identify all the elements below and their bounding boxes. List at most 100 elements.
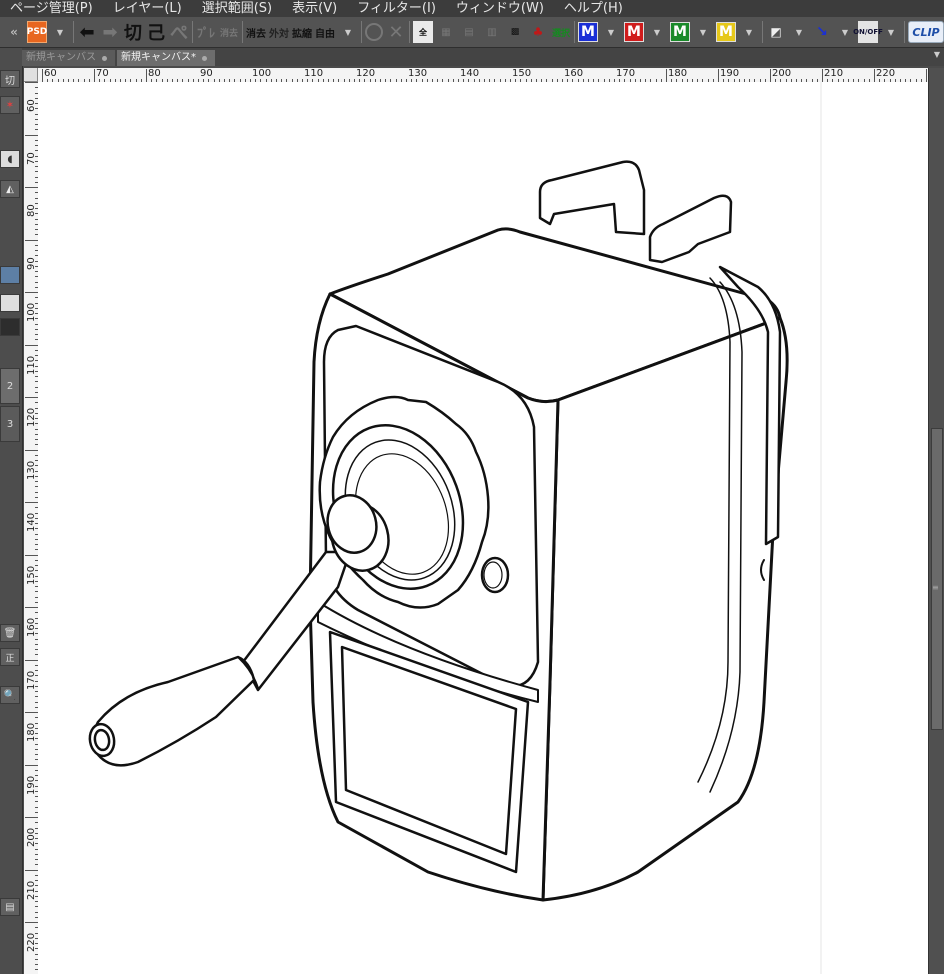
chevron-down-icon[interactable]: ▼: [934, 50, 940, 59]
layer-row-3[interactable]: 3: [0, 406, 20, 442]
tool-slot-1[interactable]: 切: [0, 70, 20, 88]
tab-label: 新規キャンバス*: [121, 52, 196, 63]
cut-icon[interactable]: 切: [123, 21, 143, 44]
magic-wand-icon[interactable]: ✶: [0, 96, 20, 114]
scroll-icon[interactable]: ▤: [0, 898, 20, 916]
ruler-label: 90: [200, 68, 213, 79]
vertical-scrollbar[interactable]: ≡: [928, 68, 944, 974]
ruler-label: 210: [824, 68, 844, 79]
toggle-onoff-icon[interactable]: ON/OFF: [853, 21, 883, 43]
collapse-arrow-icon[interactable]: «: [4, 21, 24, 43]
trash-icon[interactable]: 🗑: [0, 624, 20, 642]
ruler-tick: [25, 292, 38, 293]
panel-divider: [0, 318, 20, 336]
menu-item-layer[interactable]: レイヤー(L): [103, 0, 192, 17]
ruler-tick: [25, 817, 38, 818]
close-icon[interactable]: [102, 55, 107, 61]
ellipse-icon[interactable]: [365, 23, 383, 41]
ruler-tick: [25, 660, 38, 661]
transparency-icon[interactable]: [0, 294, 20, 312]
ruler-label: 140: [26, 512, 37, 532]
menu-item-selection[interactable]: 選択範囲(S): [192, 0, 282, 17]
menu-item-page[interactable]: ページ管理(P): [0, 0, 103, 17]
chevron-down-icon[interactable]: ▼: [338, 21, 358, 43]
ruler-corner: [24, 68, 38, 82]
selection-color-icon[interactable]: ▩: [505, 21, 525, 43]
left-tool-panel: 切 ✶ ◖ ◭ 2 3 🗑 正 🔍 ▤: [0, 48, 23, 974]
chevron-down-icon[interactable]: ▼: [789, 21, 809, 43]
psd-icon[interactable]: PSD: [27, 21, 47, 43]
ruler-tick: [666, 69, 667, 82]
ruler-label: 80: [26, 204, 37, 217]
ruler-icon[interactable]: ↘: [812, 21, 832, 43]
tab-canvas-2[interactable]: 新規キャンバス*: [117, 50, 215, 66]
deselect-icon[interactable]: ▦: [436, 21, 456, 43]
menu-item-view[interactable]: 表示(V): [282, 0, 347, 17]
ruler-label: 110: [26, 355, 37, 375]
layer-thumbnail-1[interactable]: [0, 266, 20, 284]
ruler-label: 180: [668, 68, 688, 79]
tab-canvas-1[interactable]: 新規キャンバス: [22, 50, 115, 66]
fill-icon[interactable]: ◭: [0, 180, 20, 198]
erase-icon[interactable]: 消去: [246, 21, 266, 43]
chevron-down-icon[interactable]: ▼: [835, 21, 855, 43]
clip-logo-icon[interactable]: CLIP: [908, 21, 944, 43]
close-icon[interactable]: [202, 55, 207, 61]
ruler-label: 140: [460, 68, 480, 79]
layer-color-m-green[interactable]: M: [670, 22, 690, 42]
drawing-canvas[interactable]: [38, 82, 928, 974]
toolbar-separator: [242, 21, 243, 43]
ruler-label: 170: [616, 68, 636, 79]
ruler-label: 60: [44, 68, 57, 79]
ruler-tick: [25, 397, 38, 398]
layer-color-m-red[interactable]: M: [624, 22, 644, 42]
scale-icon[interactable]: 拡縮: [292, 21, 312, 43]
color-swatch-icon[interactable]: ◩: [766, 21, 786, 43]
toolbar-separator: [192, 21, 193, 43]
menu-item-window[interactable]: ウィンドウ(W): [446, 0, 554, 17]
forward-icon[interactable]: ➡: [100, 21, 120, 43]
toolbar-separator: [409, 21, 410, 43]
chevron-down-icon[interactable]: ▼: [693, 21, 713, 43]
ruler-label: 200: [772, 68, 792, 79]
menu-item-help[interactable]: ヘルプ(H): [554, 0, 633, 17]
select-all-icon[interactable]: 全: [413, 21, 433, 43]
copy-icon[interactable]: 己: [146, 21, 166, 44]
ruler-label: 170: [26, 670, 37, 690]
select-stamp-icon[interactable]: 選択: [551, 21, 571, 43]
layer-row-2[interactable]: 2: [0, 368, 20, 404]
chevron-down-icon[interactable]: ▼: [881, 21, 901, 43]
toolbar-separator: [361, 21, 362, 43]
speech-bubble-icon[interactable]: ◖: [0, 150, 20, 168]
ruler-tick: [718, 69, 719, 82]
cross-icon[interactable]: ✕: [386, 21, 406, 43]
mask-icon[interactable]: ♣: [528, 21, 548, 43]
menu-item-filter[interactable]: フィルター(I): [347, 0, 446, 17]
chevron-down-icon[interactable]: ▼: [739, 21, 759, 43]
toolbar-separator: [73, 21, 74, 43]
ruler-tick: [770, 69, 771, 82]
selection-border-icon[interactable]: ▥: [482, 21, 502, 43]
horizontal-ruler[interactable]: 60 70 80 90 100 110 120 130 140 150 160 170 180 190 20…: [38, 68, 928, 83]
ruler-tick: [146, 69, 147, 82]
chevron-down-icon[interactable]: ▼: [50, 21, 70, 43]
ruler-tick: [25, 82, 38, 83]
chevron-down-icon[interactable]: ▼: [601, 21, 621, 43]
ruler-tick: [25, 607, 38, 608]
ruler-label: 130: [26, 460, 37, 480]
layer-color-m-blue[interactable]: M: [578, 22, 598, 42]
scrollbar-thumb[interactable]: [931, 428, 943, 730]
vertical-ruler[interactable]: 60 70 80 90 100 110 120 130 140 150 160 170 180 190 20…: [24, 82, 39, 974]
paste-icon[interactable]: ぺ: [169, 21, 189, 44]
erase-outside-icon[interactable]: 外対: [269, 21, 289, 43]
clear-outside-icon[interactable]: 消去: [219, 21, 239, 43]
back-icon[interactable]: ⬅: [77, 21, 97, 43]
clear-icon[interactable]: ﾌﾟﾚ: [196, 21, 216, 43]
ruler-tick: [874, 69, 875, 82]
free-transform-icon[interactable]: 自由: [315, 21, 335, 43]
chevron-down-icon[interactable]: ▼: [647, 21, 667, 43]
invert-selection-icon[interactable]: ▤: [459, 21, 479, 43]
layer-color-m-yellow[interactable]: M: [716, 22, 736, 42]
ruler-label: 120: [356, 68, 376, 79]
search-icon[interactable]: 🔍: [0, 686, 20, 704]
